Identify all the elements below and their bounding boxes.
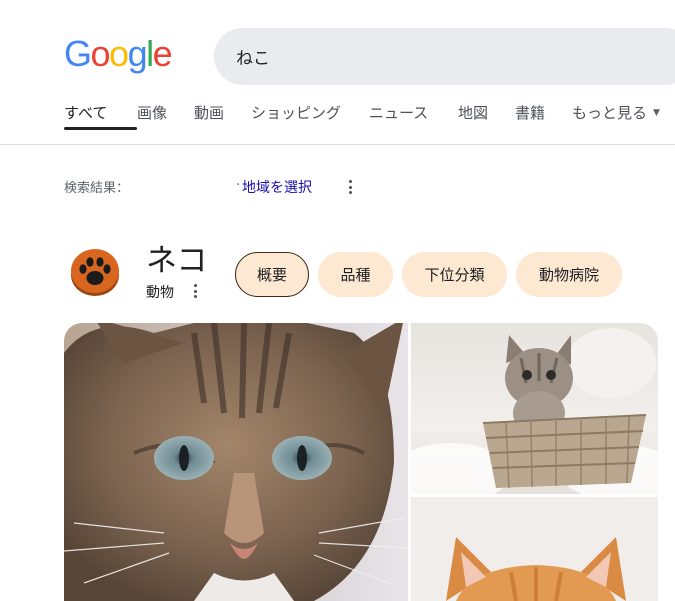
- logo-letter: e: [152, 33, 173, 74]
- search-box[interactable]: [214, 28, 675, 85]
- tab-maps[interactable]: 地図: [458, 102, 515, 123]
- tab-images[interactable]: 画像: [137, 102, 194, 123]
- tab-books[interactable]: 書籍: [515, 102, 572, 123]
- caret-down-icon: ▼: [653, 107, 660, 118]
- logo-letter: o: [109, 33, 129, 74]
- orange-cat-photo[interactable]: [411, 497, 658, 601]
- results-label: 検索結果：: [64, 181, 130, 196]
- chip-subclassification[interactable]: 下位分類: [402, 252, 507, 297]
- search-input[interactable]: [236, 46, 536, 67]
- tab-all[interactable]: すべて: [64, 102, 137, 130]
- tab-news[interactable]: ニュース: [369, 102, 458, 123]
- tab-shopping[interactable]: ショッピング: [251, 102, 369, 123]
- logo-letter: G: [64, 33, 92, 74]
- chip-overview[interactable]: 概要: [235, 252, 309, 297]
- header-divider: [0, 144, 675, 145]
- tab-videos[interactable]: 動画: [194, 102, 251, 123]
- chip-breeds[interactable]: 品種: [318, 252, 393, 297]
- logo-letter: o: [90, 33, 111, 74]
- tab-more[interactable]: もっと見る ▼: [572, 102, 660, 123]
- more-options-icon[interactable]: [344, 178, 356, 196]
- chip-animal-hospital[interactable]: 動物病院: [516, 252, 622, 297]
- entity-more-icon[interactable]: [189, 282, 201, 300]
- entity-title: ネコ: [146, 243, 208, 279]
- entity-subtitle: 動物: [146, 285, 174, 301]
- logo-letter: g: [127, 33, 148, 74]
- search-tabs: すべて 画像 動画 ショッピング ニュース 地図 書籍 もっと見る ▼: [64, 102, 660, 130]
- cat-photo-main[interactable]: [64, 323, 408, 601]
- kitten-basket-photo[interactable]: [411, 323, 658, 494]
- region-select-link[interactable]: 地域を選択: [236, 177, 312, 197]
- tab-more-label: もっと見る: [572, 104, 648, 122]
- google-logo[interactable]: G o o g l e: [64, 33, 173, 74]
- paw-icon: [70, 245, 120, 297]
